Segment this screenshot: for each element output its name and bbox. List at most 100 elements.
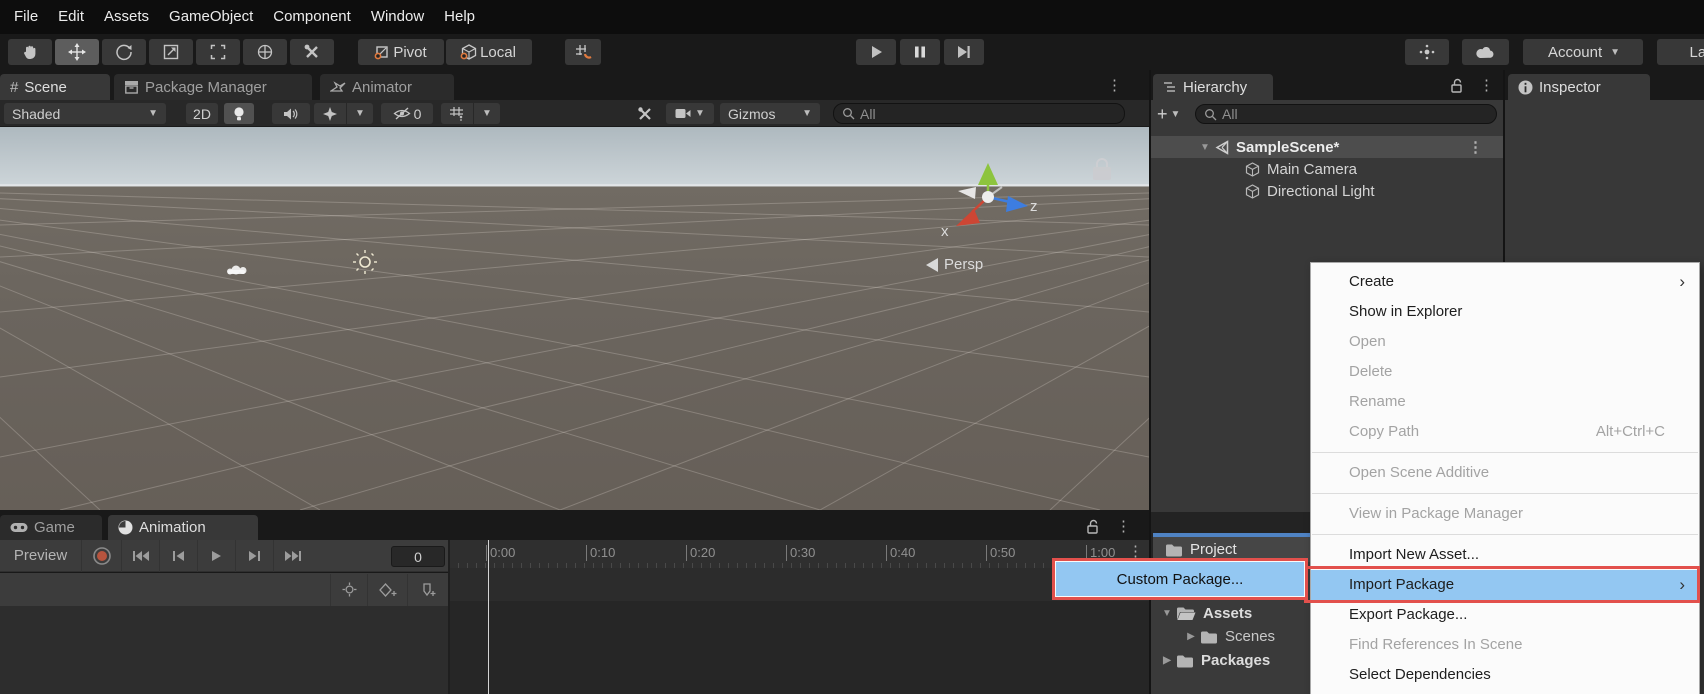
grid-snapping-button[interactable] [565,39,601,65]
2d-toggle-button[interactable]: 2D [186,103,218,124]
scene-panel-menu-icon[interactable]: ⋮ [1107,78,1122,93]
menu-window[interactable]: Window [361,0,434,34]
filter-curves-button[interactable] [330,573,368,606]
foldout-open-icon[interactable]: ▼ [1199,142,1211,153]
menu-item-select-dependencies[interactable]: Select Dependencies [1311,660,1699,690]
add-event-button[interactable] [408,574,448,606]
animation-property-list[interactable] [0,606,448,694]
audio-toggle-button[interactable] [272,103,310,124]
gizmos-dropdown[interactable]: Gizmos ▼ [720,103,820,124]
hierarchy-row-directional-light[interactable]: Directional Light [1151,180,1505,202]
gizmo-center[interactable] [982,191,994,203]
scene-visibility-button[interactable]: 0 [381,103,433,124]
timeline-ruler[interactable]: 0:00 0:10 0:20 0:30 0:40 0:50 1:00 ⋮ [450,540,1151,568]
go-to-end-button[interactable] [274,540,312,572]
preview-label: Preview [13,547,68,564]
ruler-tick: 0:50 [986,545,1015,561]
menu-help[interactable]: Help [434,0,485,34]
menu-file[interactable]: File [4,0,48,34]
x-axis-cone[interactable] [956,209,980,226]
menu-item-show-in-explorer[interactable]: Show in Explorer [1311,297,1699,327]
project-row-packages[interactable]: ▶ Packages [1161,649,1270,672]
menu-item-import-new-asset[interactable]: Import New Asset... [1311,540,1699,570]
tab-scene[interactable]: # Scene [0,74,110,100]
tab-animation[interactable]: Animation [108,515,258,540]
menu-edit[interactable]: Edit [48,0,94,34]
scene-row-menu-icon[interactable]: ⋮ [1468,140,1483,155]
menu-assets[interactable]: Assets [94,0,159,34]
menu-component[interactable]: Component [263,0,361,34]
scale-tool-button[interactable] [149,39,193,65]
account-dropdown[interactable]: Account ▼ [1523,39,1643,65]
local-toggle-button[interactable]: Local [446,39,532,65]
go-to-start-button[interactable] [122,539,160,572]
previous-key-button[interactable] [160,539,198,572]
hierarchy-panel-menu-icon[interactable]: ⋮ [1479,78,1494,93]
custom-tool-button[interactable] [290,39,334,65]
orientation-gizmo[interactable] [956,163,1028,226]
tab-inspector[interactable]: Inspector [1508,74,1650,100]
tab-animator[interactable]: Animator [320,74,454,100]
layers-dropdown[interactable]: Layers [1657,39,1704,65]
hierarchy-row-main-camera[interactable]: Main Camera [1151,158,1505,180]
scene-tools-button[interactable] [628,103,662,124]
record-button[interactable] [82,539,122,572]
lock-icon[interactable] [1450,78,1465,93]
tab-package-manager[interactable]: Package Manager [114,74,312,100]
move-tool-button[interactable] [55,39,99,65]
project-row-scenes[interactable]: ▶ Scenes [1185,625,1275,648]
step-button[interactable] [944,39,984,65]
layers-label: Layers [1689,43,1704,61]
scene-search-input[interactable]: All [833,103,1125,124]
cloud-button[interactable] [1462,39,1509,65]
hierarchy-row-scene[interactable]: ▼ SampleScene* ⋮ [1151,136,1505,158]
play-button[interactable] [856,39,896,65]
foldout-closed-icon[interactable]: ▶ [1161,655,1173,666]
rotate-tool-button[interactable] [102,39,146,65]
effects-dropdown[interactable]: ▼ [347,103,373,124]
menu-gameobject[interactable]: GameObject [159,0,263,34]
project-row-assets[interactable]: ▼ Assets [1161,602,1252,625]
rect-tool-button[interactable] [196,39,240,65]
tab-hierarchy[interactable]: Hierarchy [1153,74,1273,100]
projection-label[interactable]: Persp [944,256,983,273]
timeline-playhead[interactable] [488,540,489,694]
animation-panel-menu-icon[interactable]: ⋮ [1116,519,1131,534]
collab-icon [1418,43,1436,61]
negative-axis-cone[interactable] [958,187,976,199]
transform-tool-button[interactable] [243,39,287,65]
menu-item-import-package[interactable]: Import Package › [1304,566,1700,603]
hand-tool-button[interactable] [8,39,52,65]
animation-play-button[interactable] [198,539,236,572]
ruler-tick: 0:00 [486,545,515,561]
tab-game[interactable]: Game [0,515,102,540]
animation-timeline[interactable]: 0:00 0:10 0:20 0:30 0:40 0:50 1:00 ⋮ [448,540,1151,694]
foldout-open-icon[interactable]: ▼ [1161,608,1173,619]
hierarchy-add-button[interactable]: + ▼ [1157,104,1191,124]
pivot-toggle-button[interactable]: Pivot [358,39,444,65]
lock-icon[interactable] [1086,519,1101,534]
grid-dropdown[interactable]: ▼ [474,103,500,124]
add-keyframe-button[interactable] [368,573,408,606]
scene-grid-visibility-button[interactable] [441,103,473,124]
menu-item-create[interactable]: Create › [1311,267,1699,297]
foldout-closed-icon[interactable]: ▶ [1185,631,1197,642]
preview-toggle-button[interactable]: Preview [0,539,82,572]
timeline-menu-icon[interactable]: ⋮ [1128,544,1143,559]
z-axis-cone[interactable] [1006,196,1028,212]
shading-mode-dropdown[interactable]: Shaded ▼ [4,103,166,124]
lighting-toggle-button[interactable] [224,103,254,124]
collab-button[interactable] [1405,39,1449,65]
menu-item-export-package[interactable]: Export Package... [1311,600,1699,630]
y-axis-cone[interactable] [978,163,998,185]
effects-toggle-button[interactable] [314,103,346,124]
pause-button[interactable] [900,39,940,65]
next-key-button[interactable] [236,539,274,572]
account-label: Account [1547,43,1603,61]
chevron-down-icon: ▼ [482,108,492,119]
scene-camera-dropdown[interactable]: ▼ [666,103,714,124]
scene-viewport[interactable]: x z Persp [0,127,1149,510]
hierarchy-search-input[interactable]: All [1195,104,1497,124]
frame-field[interactable]: 0 [391,546,445,567]
menu-item-custom-package[interactable]: Custom Package... [1056,562,1304,596]
